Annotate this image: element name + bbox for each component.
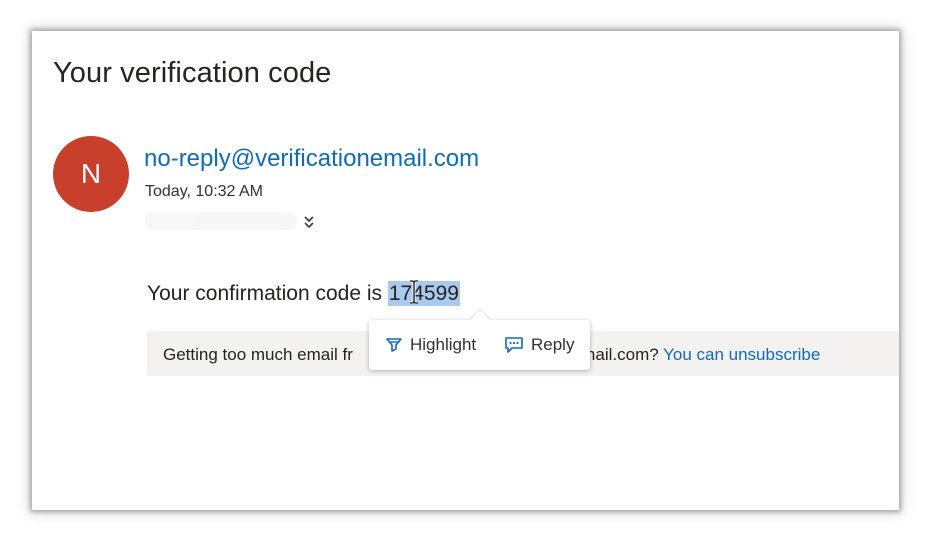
verification-code[interactable]: 174599	[387, 281, 460, 306]
highlighter-icon	[386, 338, 402, 352]
unsubscribe-text-end: nail.com?	[585, 345, 664, 364]
unsubscribe-text-start: Getting too much email fr	[163, 345, 353, 364]
popup-notch	[470, 310, 490, 330]
email-reading-pane: Your verification code N no-reply@verifi…	[32, 31, 899, 510]
sender-address[interactable]: no-reply@verificationemail.com	[144, 144, 479, 174]
screen: Your verification code N no-reply@verifi…	[0, 0, 931, 541]
text-cursor-icon	[410, 280, 418, 304]
comment-reply-icon	[505, 337, 523, 353]
sender-avatar[interactable]: N	[53, 136, 129, 212]
email-subject: Your verification code	[53, 57, 332, 89]
avatar-initial: N	[80, 158, 102, 189]
highlight-button[interactable]: Highlight	[385, 332, 476, 358]
body-text: Your confirmation code is	[147, 282, 388, 305]
email-date: Today, 10:32 AM	[145, 183, 263, 200]
highlight-label: Highlight	[410, 335, 477, 354]
double-chevron-down-icon[interactable]	[302, 214, 316, 230]
selection-popup: Highlight Reply	[369, 310, 590, 370]
unsubscribe-link[interactable]: You can unsubscribe	[663, 345, 820, 364]
reply-label: Reply	[531, 335, 575, 354]
reply-button[interactable]: Reply	[504, 332, 574, 358]
recipients-redacted	[145, 212, 297, 230]
